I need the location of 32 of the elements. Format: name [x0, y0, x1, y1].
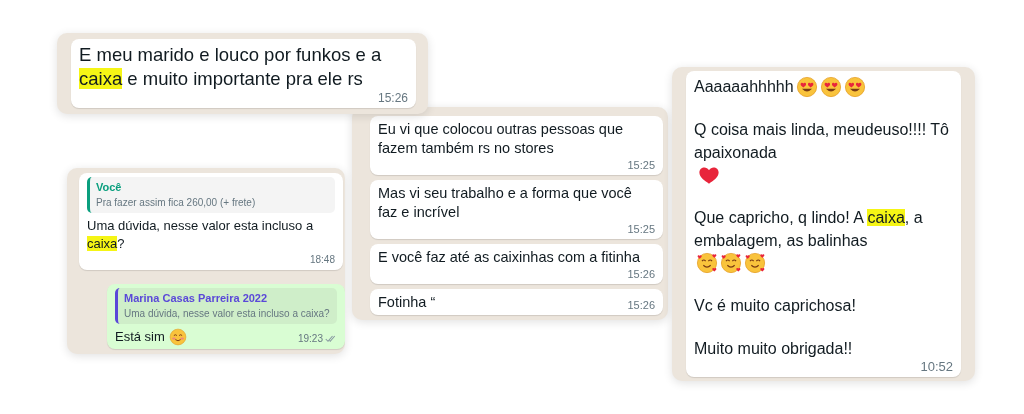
smiling-face-with-hearts-icon [720, 252, 742, 274]
message-time: 10:52 [920, 360, 953, 374]
message-text: Mas vi seu trabalho e a forma que você faz e incrível [378, 184, 633, 222]
smiling-face-with-hearts-icon [744, 252, 766, 274]
message-text: Aaaaaahhhhh [694, 77, 794, 97]
message-time: 15:26 [627, 298, 655, 312]
message-text: Fotinha “ [378, 293, 436, 312]
heart-eyes-icon [795, 76, 818, 98]
heart-eyes-icon [843, 76, 866, 98]
message-text: Que capricho, q lindo! A caixa, a embalagem, as balinhas [694, 208, 924, 251]
message-text: Está sim [115, 328, 165, 346]
smiling-face-with-hearts-icon [696, 252, 718, 274]
quote-text: Uma dúvida, nesse valor esta incluso a caixa? [124, 307, 331, 321]
message-text: Eu vi que colocou outras pessoas que fazem também rs no stores [378, 120, 625, 158]
double-check-icon [325, 335, 337, 343]
message-time: 15:26 [377, 91, 408, 105]
message-text: Q coisa mais linda, meudeuso!!!! Tô apaixonada [694, 120, 950, 163]
quote-text: Pra fazer assim fica 260,00 (+ frete) [96, 196, 257, 210]
message-time: 15:26 [627, 267, 655, 281]
message-text: Uma dúvida, nesse valor esta incluso a caixa? [87, 217, 315, 253]
message-time: 18:48 [309, 253, 335, 267]
heart-icon [698, 164, 720, 186]
quote-author: Você [96, 180, 123, 195]
message-time: 15:25 [627, 158, 655, 172]
message-text: E você faz até as caixinhas com a fitinha [378, 248, 640, 267]
message-text: Muito muito obrigada!! [694, 339, 853, 359]
message-time: 15:25 [627, 222, 655, 236]
message-text: Vc é muito caprichosa! [694, 296, 856, 316]
message-time: 19:23 [297, 332, 323, 346]
quote-author: Marina Casas Parreira 2022 [124, 291, 269, 306]
smiling-face-icon [168, 328, 187, 346]
heart-eyes-icon [819, 76, 842, 98]
